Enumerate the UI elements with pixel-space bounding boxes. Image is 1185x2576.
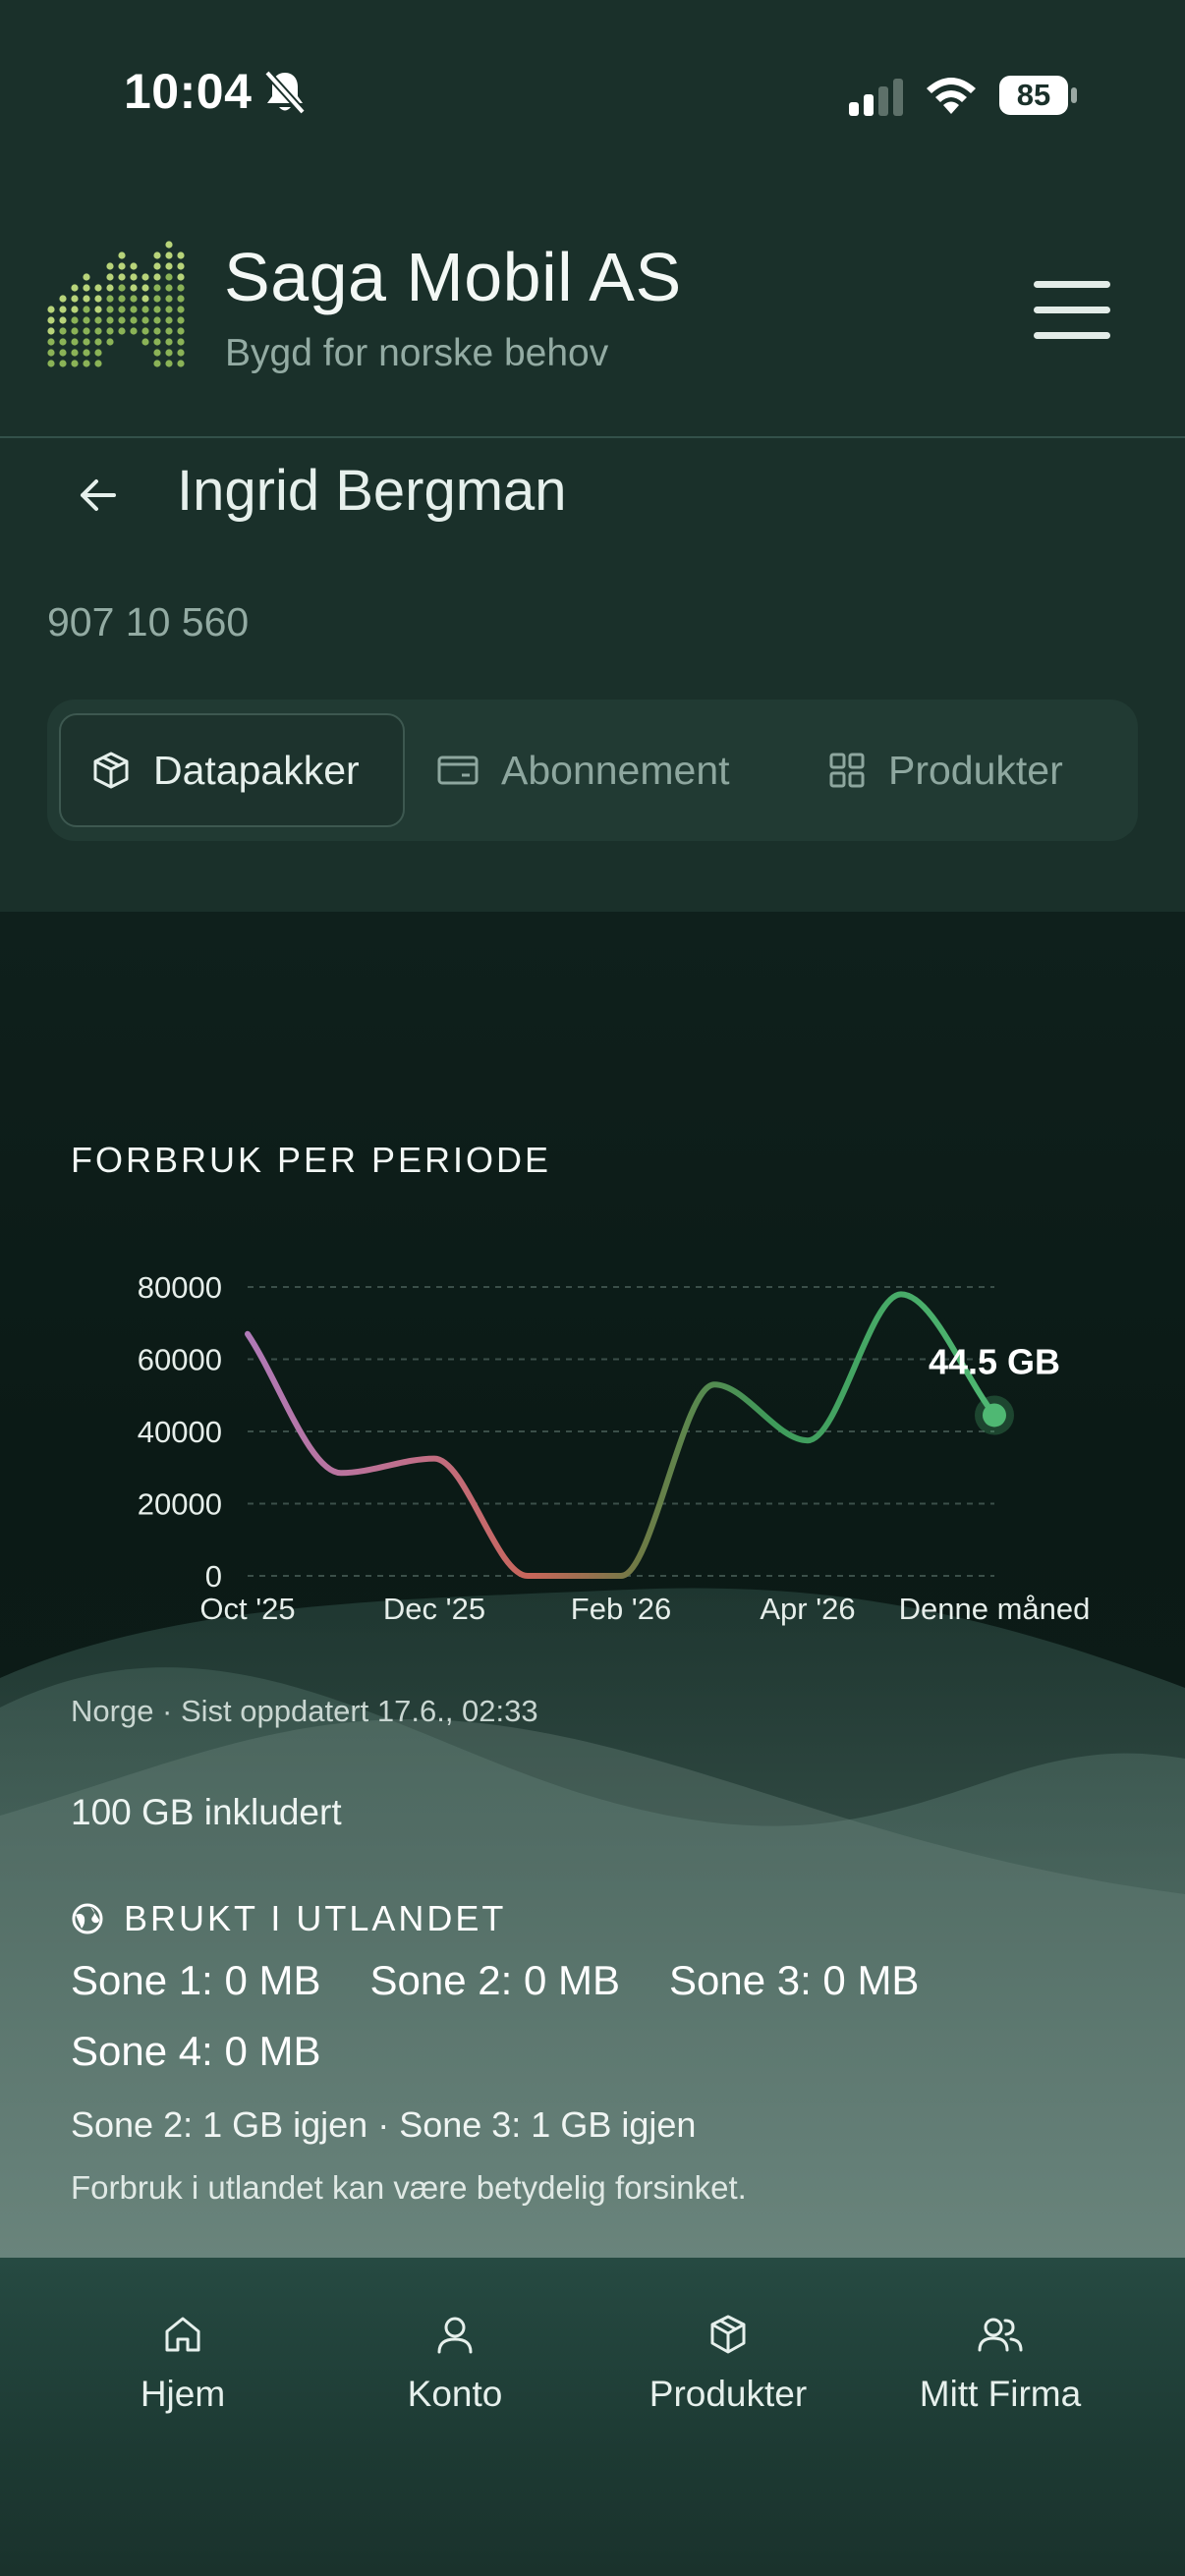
globe-icon — [72, 1903, 103, 1934]
nav-item-konto[interactable]: Konto — [337, 2313, 573, 2450]
bell-slash-icon — [264, 70, 306, 115]
nav-item-produkter[interactable]: Produkter — [610, 2313, 846, 2450]
nav-label: Produkter — [649, 2374, 808, 2414]
brand-subtitle: Bygd for norske behov — [225, 332, 609, 374]
x-tick-label: Dec '25 — [383, 1592, 485, 1626]
usage-series-line — [245, 1291, 997, 1579]
tab-abonnement[interactable]: Abonnement — [436, 713, 810, 827]
last-updated: Norge · Sist oppdatert 17.6., 02:33 — [71, 1694, 538, 1728]
nav-label: Hjem — [140, 2374, 226, 2414]
x-tick-label: Denne måned — [899, 1592, 1091, 1626]
y-tick-label: 0 — [205, 1559, 222, 1594]
users-icon — [978, 2318, 1023, 2352]
brand-title: Saga Mobil AS — [224, 239, 682, 315]
person-name: Ingrid Bergman — [177, 459, 567, 523]
battery-level: 85 — [1016, 78, 1051, 112]
bottom-navigation: Hjem Konto Produkter Mitt Firma — [0, 2258, 1185, 2576]
x-tick-label: Feb '26 — [571, 1592, 671, 1626]
status-time: 10:04 — [124, 64, 253, 119]
usage-chart: 0 20000 40000 60000 80000 Oct '25 Dec '25 Feb … — [138, 1270, 1091, 1626]
nav-item-hjem[interactable]: Hjem — [65, 2313, 301, 2450]
abroad-heading: BRUKT I UTLANDET — [71, 1898, 506, 1939]
zone-usage: Sone 3: 0 MB — [668, 1957, 920, 2003]
tab-label: Produkter — [888, 747, 1063, 793]
back-arrow-icon[interactable] — [73, 470, 124, 521]
y-tick-label: 20000 — [138, 1487, 222, 1522]
grid-icon — [829, 753, 865, 788]
nav-label: Mitt Firma — [919, 2374, 1082, 2414]
zones-row: Sone 1: 0 MB Sone 2: 0 MB Sone 3: 0 MB — [71, 1957, 968, 2004]
current-value-label: 44.5 GB — [929, 1341, 1060, 1381]
nav-label: Konto — [407, 2374, 503, 2414]
x-tick-label: Apr '26 — [760, 1592, 855, 1626]
y-tick-label: 60000 — [138, 1343, 222, 1377]
tab-label: Abonnement — [501, 747, 730, 793]
nav-item-mitt-firma[interactable]: Mitt Firma — [882, 2313, 1118, 2450]
app-header: Saga Mobil AS Bygd for norske behov — [0, 187, 1185, 438]
hamburger-menu-icon[interactable] — [1034, 281, 1110, 340]
x-tick-label: Oct '25 — [199, 1592, 295, 1626]
zones-remaining: Sone 2: 1 GB igjen · Sone 3: 1 GB igjen — [71, 2104, 697, 2145]
zone-usage: Sone 2: 0 MB — [369, 1957, 620, 2003]
usage-panel: FORBRUK PER PERIODE 0 20000 40000 60000 8000… — [0, 912, 1185, 2258]
zone-usage: Sone 4: 0 MB — [71, 2028, 321, 2074]
battery-icon: 85 — [998, 75, 1081, 116]
tab-label: Datapakker — [153, 747, 360, 793]
tab-bar: Datapakker Abonnement Produkter — [47, 700, 1138, 841]
box-icon — [710, 2315, 746, 2354]
logo-icon — [47, 241, 185, 367]
y-tick-label: 40000 — [138, 1415, 222, 1449]
wifi-icon — [927, 78, 976, 114]
card-icon — [437, 756, 479, 785]
tab-datapakker[interactable]: Datapakker — [59, 713, 405, 827]
tab-produkter[interactable]: Produkter — [827, 713, 1122, 827]
abroad-heading-text: BRUKT I UTLANDET — [124, 1898, 507, 1938]
user-icon — [437, 2317, 473, 2354]
person-phone: 907 10 560 — [47, 599, 250, 644]
y-tick-label: 80000 — [138, 1270, 222, 1305]
box-icon — [93, 752, 129, 789]
home-icon — [165, 2317, 200, 2352]
included-data: 100 GB inkludert — [71, 1792, 342, 1832]
abroad-delay-note: Forbruk i utlandet kan være betydelig fo… — [71, 2169, 747, 2206]
current-point[interactable] — [983, 1403, 1006, 1428]
signal-icon — [849, 79, 903, 116]
zone-usage: Sone 1: 0 MB — [71, 1957, 321, 2003]
